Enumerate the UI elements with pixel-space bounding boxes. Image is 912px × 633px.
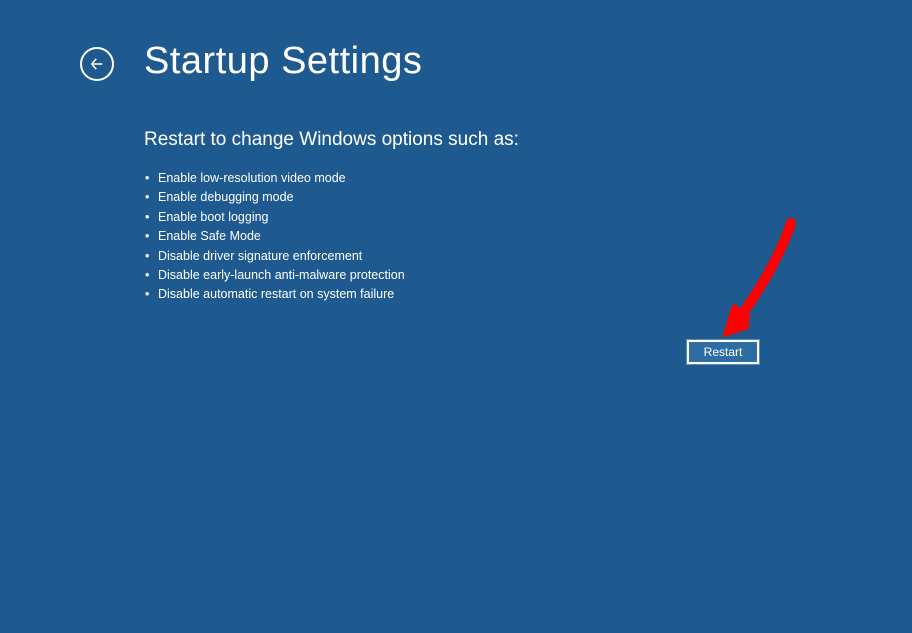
page-title: Startup Settings: [144, 40, 422, 83]
list-item: Disable automatic restart on system fail…: [158, 285, 912, 304]
list-item: Enable Safe Mode: [158, 227, 912, 246]
back-button[interactable]: [80, 47, 114, 81]
options-list: Enable low-resolution video mode Enable …: [144, 169, 912, 305]
list-item: Enable low-resolution video mode: [158, 169, 912, 188]
list-item: Disable early-launch anti-malware protec…: [158, 266, 912, 285]
restart-button[interactable]: Restart: [687, 340, 759, 364]
list-item: Disable driver signature enforcement: [158, 247, 912, 266]
arrow-left-icon: [88, 55, 106, 73]
list-item: Enable boot logging: [158, 208, 912, 227]
content-area: Restart to change Windows options such a…: [0, 83, 912, 305]
list-item: Enable debugging mode: [158, 188, 912, 207]
subtitle: Restart to change Windows options such a…: [144, 129, 912, 151]
header: Startup Settings: [0, 0, 912, 83]
